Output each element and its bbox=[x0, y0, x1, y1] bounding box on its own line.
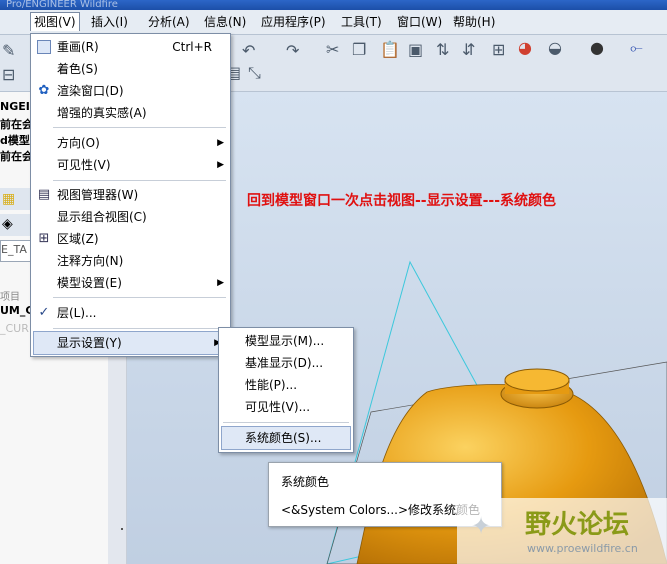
tree-item[interactable]: UM_C bbox=[0, 304, 33, 317]
menu-item-shade[interactable]: 着色(S) bbox=[31, 58, 230, 80]
window-title: Pro/ENGINEER Wildfire bbox=[6, 0, 118, 10]
tree-header: 项目 bbox=[0, 292, 20, 303]
check-icon: ✓ bbox=[38, 305, 50, 320]
menu-item-datum-display[interactable]: 基准显示(D)... bbox=[219, 352, 353, 374]
menu-item-render-window[interactable]: ✿ 渲染窗口(D) bbox=[31, 80, 230, 102]
repaint-icon bbox=[37, 40, 51, 54]
menu-help[interactable]: 帮助(H) bbox=[450, 13, 498, 31]
undo-icon[interactable]: ↶ bbox=[242, 41, 255, 60]
watermark-title: 野火论坛 bbox=[525, 510, 630, 540]
menu-bar: 视图(V) 插入(I) 分析(A) 信息(N) 应用程序(P) 工具(T) 窗口… bbox=[0, 10, 667, 35]
cut-icon[interactable]: ✂ bbox=[326, 40, 339, 59]
title-bar: Pro/ENGINEER Wildfire bbox=[0, 0, 667, 10]
menu-item-annotation-orientation[interactable]: 注释方向(N) bbox=[31, 250, 230, 272]
menu-item-display-settings[interactable]: 显示设置(Y) ▶ bbox=[33, 331, 228, 355]
menu-applications[interactable]: 应用程序(P) bbox=[258, 13, 329, 31]
flame-logo-icon: ✦ bbox=[471, 512, 492, 540]
copy-icon[interactable]: ❐ bbox=[352, 40, 366, 59]
view-menu-dropdown: 重画(R) Ctrl+R 着色(S) ✿ 渲染窗口(D) 增强的真实感(A) 方… bbox=[30, 33, 231, 357]
message-line: NGEI bbox=[0, 100, 30, 113]
paste-special-icon[interactable]: ▣ bbox=[408, 40, 423, 59]
message-line: 前在会 bbox=[0, 118, 33, 131]
message-line: d模型 bbox=[0, 134, 30, 147]
appearance-icon[interactable]: ◕ bbox=[518, 38, 532, 57]
menu-tools[interactable]: 工具(T) bbox=[338, 13, 385, 31]
display-settings-submenu: 模型显示(M)... 基准显示(D)... 性能(P)... 可见性(V)...… bbox=[218, 327, 354, 453]
regenerate-icon[interactable]: ⇅ bbox=[436, 40, 449, 59]
zone-icon: ⊞ bbox=[38, 231, 50, 246]
submenu-arrow-icon: ▶ bbox=[217, 138, 224, 148]
menu-item-model-display[interactable]: 模型显示(M)... bbox=[219, 330, 353, 352]
folder-icon[interactable]: ▦ bbox=[2, 191, 15, 207]
pan-icon[interactable]: ⤡ bbox=[248, 63, 261, 83]
submenu-arrow-icon: ▶ bbox=[217, 278, 224, 288]
regenerate-manager-icon[interactable]: ⇵ bbox=[462, 40, 475, 59]
submenu-arrow-icon: ▶ bbox=[217, 160, 224, 170]
menu-item-zone[interactable]: ⊞ 区域(Z) bbox=[31, 228, 230, 250]
menu-item-view-manager[interactable]: ▤ 视图管理器(W) bbox=[31, 184, 230, 206]
find-icon[interactable]: ⊞ bbox=[492, 40, 505, 59]
grid-icon[interactable]: ⊟ bbox=[2, 65, 15, 84]
menu-analysis[interactable]: 分析(A) bbox=[145, 13, 193, 31]
menu-item-show-combined-views[interactable]: 显示组合视图(C) bbox=[31, 206, 230, 228]
menu-item-system-colors[interactable]: 系统颜色(S)... bbox=[221, 426, 351, 450]
watermark: ✦ 野火论坛 www.proewildfire.cn bbox=[457, 498, 667, 564]
menu-item-model-setup[interactable]: 模型设置(E) ▶ bbox=[31, 272, 230, 294]
message-line: 前在会 bbox=[0, 150, 33, 163]
layers-icon[interactable]: ◈ bbox=[2, 216, 13, 232]
watermark-url: www.proewildfire.cn bbox=[527, 542, 638, 555]
annotation-text: 回到模型窗口一次点击视图--显示设置---系统颜色 bbox=[247, 193, 557, 209]
menu-info[interactable]: 信息(N) bbox=[201, 13, 249, 31]
menu-insert[interactable]: 插入(I) bbox=[88, 13, 131, 31]
paste-icon[interactable]: 📋 bbox=[380, 40, 400, 59]
render-window-icon: ✿ bbox=[38, 83, 50, 98]
datum-icon[interactable]: ⟜ bbox=[630, 38, 643, 58]
menu-item-enhanced-realism[interactable]: 增强的真实感(A) bbox=[31, 102, 230, 124]
tooltip-text: <&System Colors...>修改系统颜色 bbox=[281, 503, 481, 517]
menu-item-orientation[interactable]: 方向(O) ▶ bbox=[31, 132, 230, 154]
menu-item-visibility[interactable]: 可见性(V) ▶ bbox=[31, 154, 230, 176]
edit-icon[interactable]: ✎ bbox=[2, 41, 15, 60]
sphere-icon[interactable]: ● bbox=[590, 38, 604, 57]
tree-item[interactable]: _CUR bbox=[0, 322, 29, 335]
menu-window[interactable]: 窗口(W) bbox=[394, 13, 445, 31]
helmet-icon[interactable]: ◒ bbox=[548, 38, 562, 57]
menu-item-repaint[interactable]: 重画(R) Ctrl+R bbox=[31, 36, 230, 58]
menu-view[interactable]: 视图(V) bbox=[30, 12, 80, 31]
tooltip-title: 系统颜色 bbox=[281, 475, 330, 489]
menu-item-layers[interactable]: ✓ 层(L)... bbox=[31, 302, 230, 324]
menu-item-visibility-settings[interactable]: 可见性(V)... bbox=[219, 396, 353, 418]
redo-icon[interactable]: ↷ bbox=[286, 41, 299, 60]
view-manager-icon: ▤ bbox=[37, 187, 51, 202]
menu-item-performance[interactable]: 性能(P)... bbox=[219, 374, 353, 396]
